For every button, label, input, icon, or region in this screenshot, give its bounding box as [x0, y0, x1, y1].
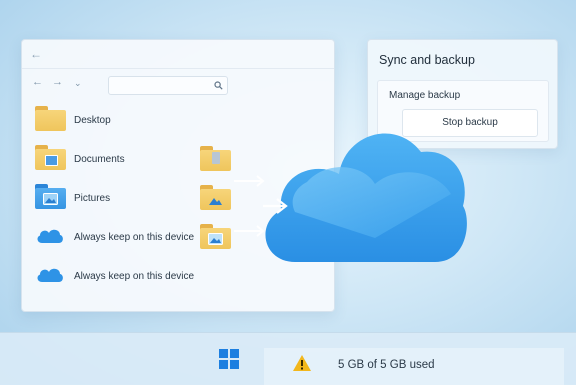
back-arrow-icon[interactable]: ←	[30, 47, 42, 61]
title-bar: ←	[22, 40, 334, 69]
address-bar[interactable]	[108, 76, 228, 95]
documents-folder-icon	[200, 146, 231, 171]
folder-icon	[35, 106, 66, 131]
pictures-folder-icon	[200, 185, 231, 210]
pictures-folder-icon	[200, 224, 231, 249]
list-item-label: Documents	[74, 154, 125, 165]
warning-icon	[293, 355, 311, 371]
chevron-down-icon[interactable]: ⌄	[74, 78, 82, 89]
storage-usage-text: 5 GB of 5 GB used	[338, 359, 435, 371]
list-item-label: Desktop	[74, 115, 111, 126]
cloud-icon	[37, 268, 63, 282]
manage-backup-label: Manage backup	[389, 90, 461, 101]
cloud-icon	[37, 229, 63, 243]
panel-title: Sync and backup	[379, 53, 475, 67]
forward-icon[interactable]: →	[52, 76, 63, 88]
back-icon[interactable]: ←	[32, 76, 43, 88]
list-item-label: Always keep on this device	[74, 232, 195, 243]
search-icon[interactable]	[214, 81, 223, 90]
storage-status[interactable]: 5 GB of 5 GB used	[264, 348, 564, 385]
pictures-folder-icon	[35, 184, 66, 209]
taskbar: 5 GB of 5 GB used	[0, 332, 576, 385]
onedrive-cloud-icon	[263, 133, 467, 262]
list-item-label: Pictures	[74, 193, 111, 204]
list-item-label: Always keep on this device	[74, 271, 195, 282]
windows-start-icon[interactable]	[219, 349, 239, 369]
navigation-bar: ← → ⌄	[30, 76, 326, 95]
documents-folder-icon	[35, 145, 66, 170]
